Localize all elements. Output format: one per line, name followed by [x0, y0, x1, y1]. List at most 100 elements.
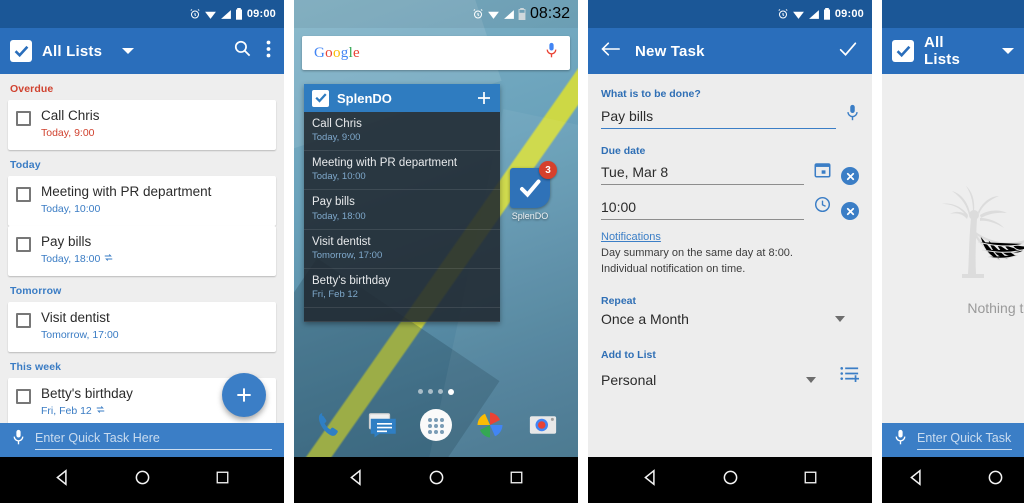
task-card[interactable]: Visit dentist Tomorrow, 17:00 [8, 302, 276, 352]
nav-bar [882, 457, 1024, 503]
recents-square-icon[interactable] [215, 470, 230, 490]
recents-square-icon[interactable] [803, 470, 818, 490]
back-triangle-icon[interactable] [348, 469, 365, 491]
nav-bar [294, 457, 578, 503]
list-add-icon[interactable] [840, 365, 859, 388]
search-icon[interactable] [233, 39, 252, 63]
home-circle-icon[interactable] [722, 469, 739, 491]
task-checkbox[interactable] [16, 111, 31, 126]
caret-down-icon [835, 315, 845, 322]
back-triangle-icon[interactable] [54, 469, 71, 491]
microphone-icon[interactable] [846, 104, 859, 129]
section-header: Today [10, 159, 41, 171]
microphone-icon[interactable] [894, 429, 907, 451]
wifi-icon [204, 11, 216, 19]
widget-task-rows[interactable]: Call Chris Today, 9:00 Meeting with PR dep… [304, 112, 500, 323]
microphone-icon[interactable] [12, 429, 25, 451]
task-card[interactable]: Meeting with PR department Today, 10:00 [8, 176, 276, 226]
section-header: Tomorrow [10, 285, 62, 297]
widget-task-row[interactable]: Pay bills Today, 18:00 [304, 190, 500, 230]
notifications-link[interactable]: Notifications [601, 231, 661, 243]
task-title: Meeting with PR department [41, 184, 212, 199]
widget-empty-row [304, 308, 500, 323]
all-apps-icon[interactable] [418, 407, 454, 443]
home-circle-icon[interactable] [428, 469, 445, 491]
status-bar-icons [472, 8, 526, 20]
photos-icon[interactable] [472, 407, 508, 443]
repeat-select[interactable]: Once a Month [601, 311, 859, 327]
notifications-line-1: Day summary on the same day at 8:00. [601, 247, 793, 259]
clear-time-button[interactable] [841, 202, 859, 220]
phone-icon[interactable] [311, 407, 347, 443]
status-bar: 08:32 [294, 0, 578, 28]
quick-task-bar[interactable]: Enter Quick Task Here [0, 423, 284, 457]
more-vertical-icon[interactable] [266, 40, 271, 63]
task-checkbox[interactable] [16, 187, 31, 202]
clear-date-button[interactable] [841, 167, 859, 185]
section-header: Overdue [10, 83, 54, 95]
task-due-meta: Tomorrow, 17:00 [41, 329, 119, 341]
calendar-icon[interactable] [814, 161, 831, 185]
page-dot[interactable] [448, 389, 454, 395]
quick-task-bar[interactable]: Enter Quick Task Here [882, 423, 1024, 457]
app-shortcut-label: SplenDO [511, 211, 549, 221]
task-checkbox[interactable] [16, 237, 31, 252]
task-card[interactable]: Pay bills Today, 18:00 [8, 226, 276, 276]
task-due-meta: Today, 18:00 [41, 253, 113, 265]
task-card[interactable]: Call Chris Today, 9:00 [8, 100, 276, 150]
task-checkbox[interactable] [16, 313, 31, 328]
widget-task-row[interactable]: Betty's birthday Fri, Feb 12 [304, 269, 500, 309]
widget-title: SplenDO [337, 90, 392, 106]
chevron-down-icon[interactable] [1002, 42, 1014, 60]
plus-icon[interactable] [476, 90, 492, 106]
home-circle-icon[interactable] [134, 469, 151, 491]
widget-task-row[interactable]: Call Chris Today, 9:00 [304, 112, 500, 152]
page-title: All Lists [42, 42, 103, 60]
task-due-meta: Today, 9:00 [41, 127, 100, 139]
alarm-icon [473, 9, 483, 19]
recents-square-icon[interactable] [509, 470, 524, 490]
caret-down-icon [806, 376, 816, 383]
task-title: Pay bills [41, 234, 92, 249]
status-badge: 3 [539, 161, 557, 179]
microphone-icon[interactable] [545, 42, 558, 64]
quick-task-input[interactable]: Enter Quick Task Here [35, 431, 272, 450]
back-triangle-icon[interactable] [908, 469, 925, 491]
google-search-widget[interactable]: Google [302, 36, 570, 70]
home-circle-icon[interactable] [987, 469, 1004, 491]
task-due-text: Fri, Feb 12 [41, 404, 92, 417]
splendo-app-shortcut[interactable]: 3 SplenDO [508, 161, 557, 221]
signal-icon [504, 9, 514, 19]
widget-header: SplenDO [304, 84, 500, 112]
camera-icon[interactable] [525, 407, 561, 443]
page-dot[interactable] [428, 389, 433, 394]
due-time-input[interactable]: 10:00 [601, 199, 804, 220]
widget-task-meta: Today, 9:00 [312, 132, 361, 144]
due-date-group: Due date Tue, Mar 8 10:00 [601, 145, 859, 220]
quick-task-input[interactable]: Enter Quick Task Here [917, 431, 1012, 450]
widget-task-row[interactable]: Visit dentist Tomorrow, 17:00 [304, 230, 500, 269]
signal-icon [220, 9, 231, 19]
back-triangle-icon[interactable] [642, 469, 659, 491]
check-icon[interactable] [838, 40, 858, 63]
chevron-down-icon[interactable] [122, 42, 135, 60]
task-checkbox[interactable] [16, 389, 31, 404]
status-bar [882, 0, 1024, 28]
page-dot[interactable] [438, 389, 443, 394]
task-title: Betty's birthday [41, 386, 133, 401]
task-title: Call Chris [41, 108, 100, 123]
splendo-home-widget[interactable]: SplenDO Call Chris Today, 9:00 Meeting wit… [304, 84, 500, 323]
add-task-fab[interactable] [222, 373, 266, 417]
widget-task-meta: Today, 18:00 [312, 210, 366, 222]
arrow-left-icon[interactable] [600, 41, 620, 62]
due-date-input[interactable]: Tue, Mar 8 [601, 164, 804, 185]
widget-task-row[interactable]: Meeting with PR department Today, 10:00 [304, 151, 500, 191]
widget-task-title: Betty's birthday [312, 274, 391, 287]
add-to-list-select[interactable]: Personal [601, 372, 830, 388]
messages-icon[interactable] [364, 407, 400, 443]
home-screen: 08:32 Google SplenDO Call Chris Today, 9… [294, 0, 578, 503]
task-name-input[interactable]: Pay bills [601, 108, 836, 129]
widget-task-meta: Tomorrow, 17:00 [312, 249, 383, 261]
page-dot[interactable] [418, 389, 423, 394]
clock-icon[interactable] [814, 196, 831, 220]
